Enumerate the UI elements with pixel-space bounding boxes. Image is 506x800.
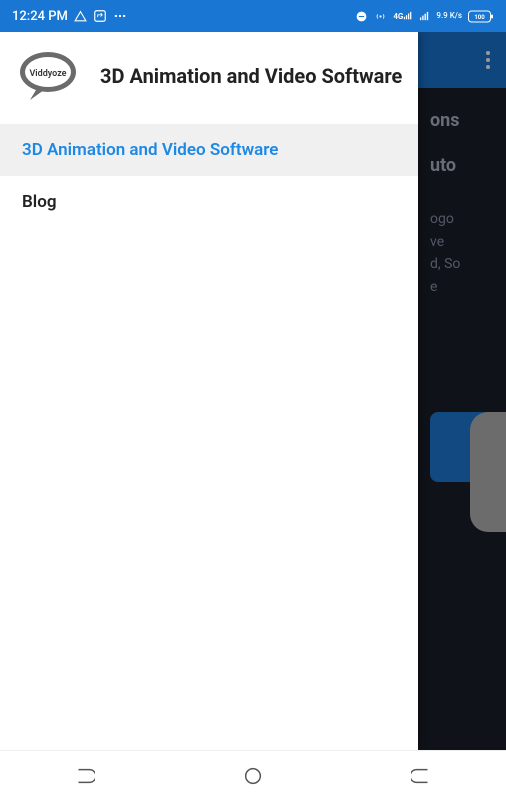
- status-bar: 12:24 PM 4G 9.9 K/s 100: [0, 0, 506, 32]
- navigation-drawer: Viddyoze 3D Animation and Video Software…: [0, 32, 418, 750]
- more-notifications-icon: [113, 9, 127, 23]
- signal-4g-icon: 4G: [393, 11, 413, 21]
- net-speed: 9.9 K/s: [436, 12, 462, 20]
- drawer-title: 3D Animation and Video Software: [100, 64, 402, 89]
- nav-item-3d-animation[interactable]: 3D Animation and Video Software: [0, 124, 418, 176]
- nav-item-blog[interactable]: Blog: [0, 176, 418, 228]
- status-left: 12:24 PM: [12, 9, 127, 24]
- triangle-icon: [74, 10, 87, 23]
- svg-text:100: 100: [474, 14, 485, 21]
- battery-icon: 100: [468, 10, 494, 23]
- nav-item-label: Blog: [22, 192, 57, 212]
- status-right: 4G 9.9 K/s 100: [355, 10, 494, 23]
- signal-bars-icon: [419, 11, 430, 22]
- dnd-icon: [355, 10, 368, 23]
- back-button[interactable]: [394, 760, 450, 792]
- home-button[interactable]: [225, 760, 281, 792]
- nav-item-label: 3D Animation and Video Software: [22, 140, 278, 160]
- app-logo: Viddyoze: [18, 50, 82, 102]
- hotspot-icon: [374, 10, 387, 23]
- drawer-header: Viddyoze 3D Animation and Video Software: [0, 32, 418, 124]
- recents-button[interactable]: [56, 760, 112, 792]
- clock: 12:24 PM: [12, 9, 68, 24]
- system-navigation-bar: [0, 750, 506, 800]
- loop-square-icon: [93, 9, 107, 23]
- svg-text:Viddyoze: Viddyoze: [29, 69, 66, 79]
